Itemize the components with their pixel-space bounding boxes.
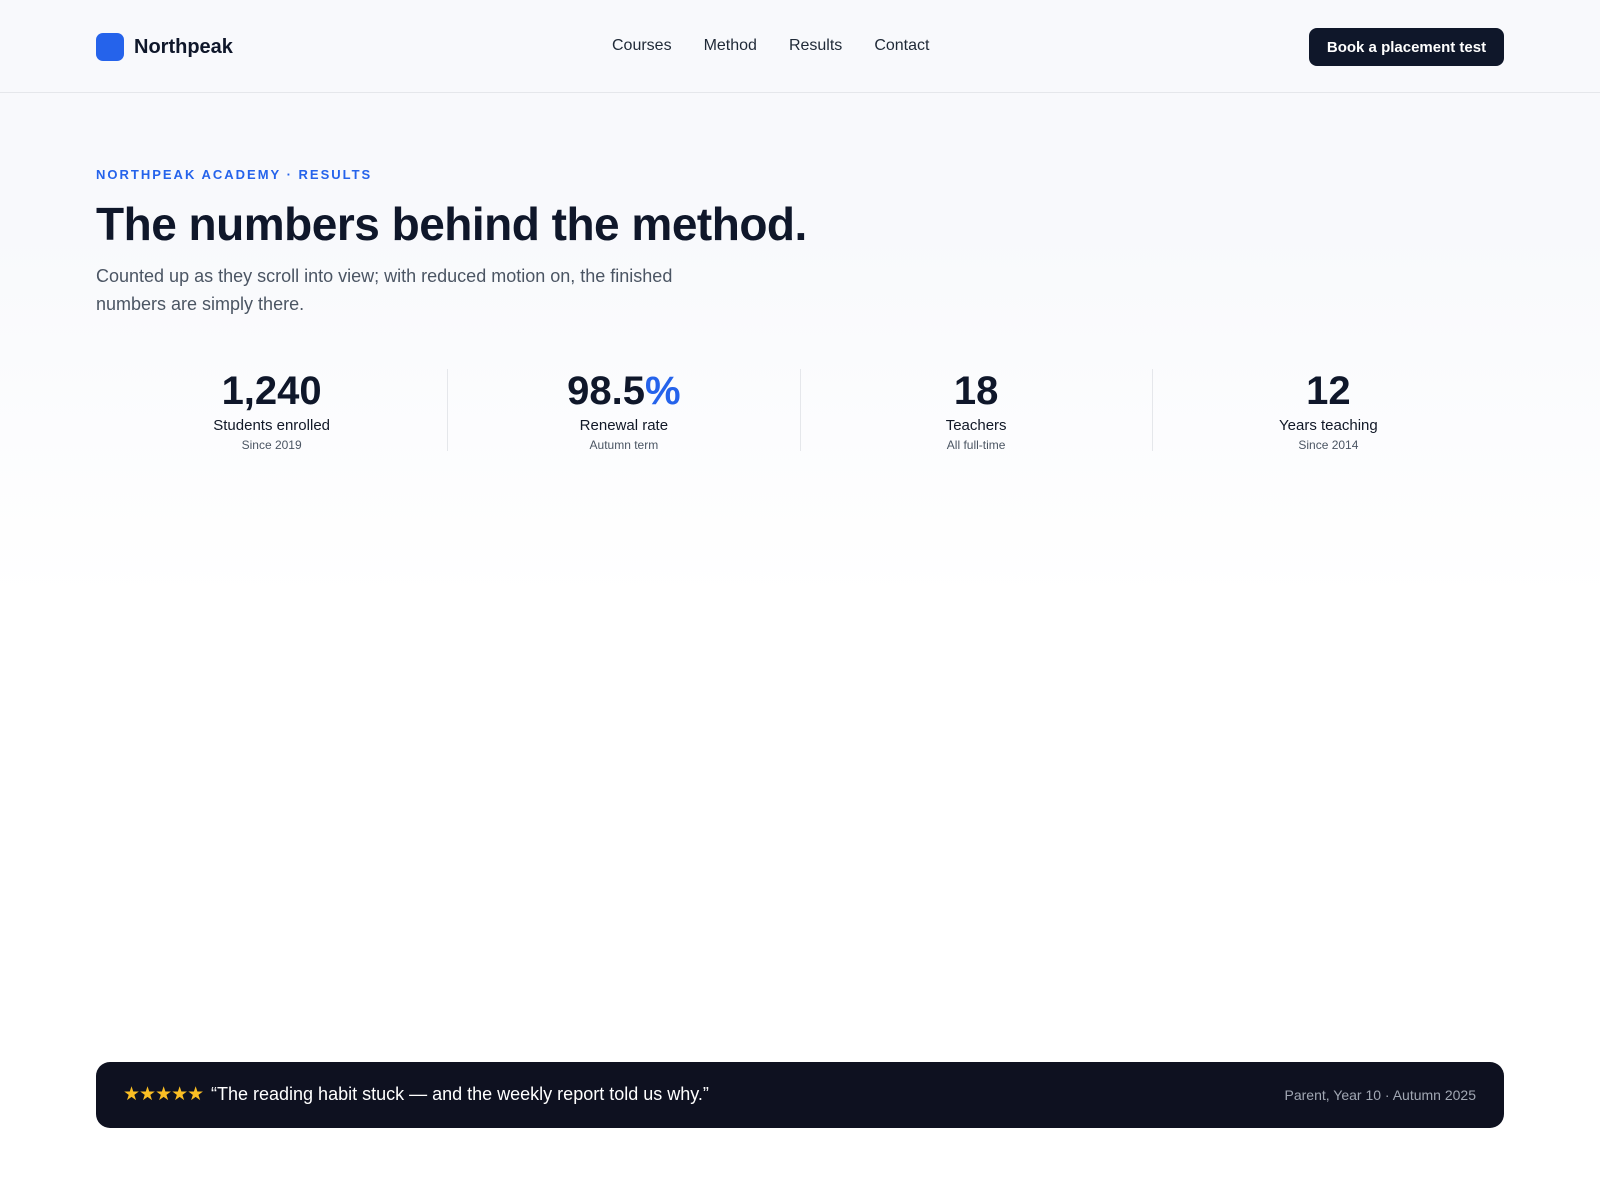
page-title: The numbers behind the method. bbox=[96, 198, 807, 250]
stat-value: 98.5% bbox=[567, 369, 681, 413]
stat-label: Students enrolled bbox=[213, 417, 330, 434]
five-star-rating-icon: ★★★★★ bbox=[123, 1084, 204, 1105]
testimonial-banner: ★★★★★ “The reading habit stuck — and the… bbox=[96, 1062, 1504, 1128]
stat-value: 1,240 bbox=[221, 369, 322, 413]
stat-value: 12 bbox=[1306, 369, 1351, 413]
stat-students: 1,240 Students enrolled Since 2019 bbox=[96, 369, 447, 452]
page-lede: Counted up as they scroll into view; wit… bbox=[96, 266, 673, 314]
nav-contact[interactable]: Contact bbox=[874, 37, 929, 55]
stat-years: 12 Years teaching Since 2014 bbox=[1151, 369, 1504, 452]
site-header: Northpeak Courses Method Results Contact… bbox=[0, 0, 1600, 93]
stat-sub: Since 2019 bbox=[241, 438, 302, 452]
stat-label: Years teaching bbox=[1279, 417, 1378, 434]
stat-label: Renewal rate bbox=[579, 417, 669, 434]
brand-name: Northpeak bbox=[134, 35, 233, 58]
stat-label: Teachers bbox=[945, 417, 1007, 434]
brand-logo-icon bbox=[96, 33, 124, 61]
nav-courses[interactable]: Courses bbox=[612, 37, 672, 55]
nav-method[interactable]: Method bbox=[704, 37, 757, 55]
stat-value: 18 bbox=[953, 369, 999, 413]
nav-results[interactable]: Results bbox=[789, 37, 842, 55]
book-placement-test-button[interactable]: Book a placement test bbox=[1309, 28, 1504, 66]
testimonial-attribution: Parent, Year 10 · Autumn 2025 bbox=[1284, 1087, 1476, 1103]
stats-row: 1,240 Students enrolled Since 2019 98.5%… bbox=[96, 369, 1504, 452]
stat-renewal: 98.5% Renewal rate Autumn term bbox=[447, 369, 799, 452]
main-nav: Courses Method Results Contact bbox=[612, 37, 961, 55]
testimonial-quote: “The reading habit stuck — and the weekl… bbox=[211, 1084, 709, 1104]
eyebrow-label: NORTHPEAK ACADEMY · RESULTS bbox=[96, 167, 373, 182]
percent-suffix: % bbox=[645, 369, 681, 413]
stat-sub: Since 2014 bbox=[1298, 438, 1359, 452]
brand[interactable]: Northpeak bbox=[96, 33, 233, 61]
stat-sub: All full-time bbox=[946, 438, 1006, 452]
stat-teachers: 18 Teachers All full-time bbox=[799, 369, 1152, 452]
stat-sub: Autumn term bbox=[589, 438, 659, 452]
